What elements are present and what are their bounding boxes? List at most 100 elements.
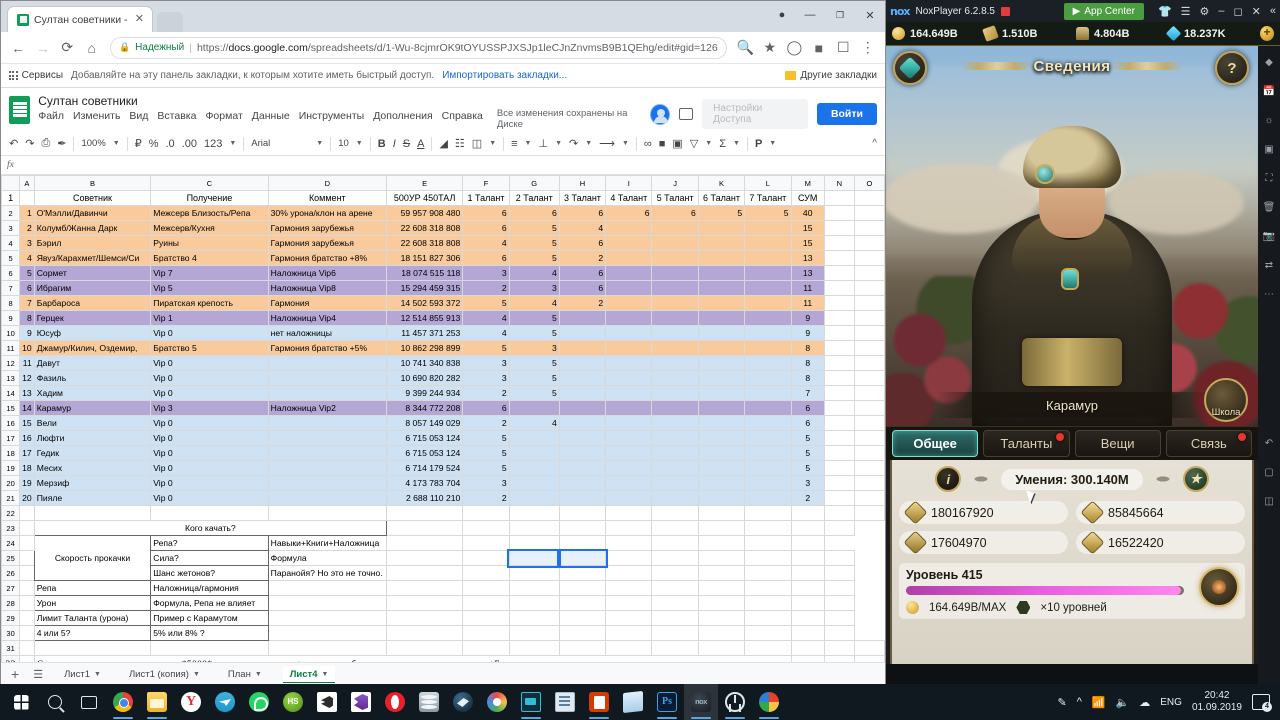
cell-talent-6[interactable] xyxy=(697,385,746,401)
menu-view[interactable]: Вид xyxy=(129,110,148,122)
cell-power[interactable]: 8 344 772 208 xyxy=(385,400,464,416)
menu-help[interactable]: Справка xyxy=(442,110,483,122)
info-icon[interactable]: i xyxy=(935,466,962,492)
row-header[interactable]: 22 xyxy=(1,505,21,521)
cell-talent-2[interactable] xyxy=(508,490,560,506)
cell-power[interactable]: 4 173 783 704 xyxy=(385,475,464,491)
text-rotation-icon[interactable]: ⟶ xyxy=(599,137,615,150)
chevron-down-icon[interactable]: ▼ xyxy=(705,140,712,147)
cell-comment[interactable]: Гармония xyxy=(267,295,387,311)
cell-talent-7[interactable] xyxy=(744,400,792,416)
notes-title[interactable]: Кого качать? xyxy=(33,520,387,536)
cell-talent-4[interactable] xyxy=(605,280,653,296)
cell-talent-1[interactable]: 3 xyxy=(462,355,510,371)
cell-talent-3[interactable] xyxy=(558,340,607,356)
cell[interactable] xyxy=(823,445,855,461)
collapse-icon[interactable]: « xyxy=(1270,5,1276,17)
menu-data[interactable]: Данные xyxy=(252,110,290,122)
cell[interactable] xyxy=(853,310,885,326)
cell[interactable] xyxy=(853,430,885,446)
cell-advisor[interactable]: Гедик xyxy=(33,445,152,461)
table-row[interactable]: 18 17 Гедик Vip 06 715 053 124 5 5 xyxy=(1,445,885,461)
cell-talent-1[interactable]: 5 xyxy=(462,430,510,446)
cell-talent-6[interactable] xyxy=(697,475,746,491)
print-icon[interactable]: ⎙ xyxy=(41,137,50,150)
cell[interactable] xyxy=(558,580,607,596)
note-label[interactable]: Репа xyxy=(33,580,152,596)
row-header[interactable]: 13 xyxy=(1,370,21,386)
profile-icon[interactable]: ● xyxy=(769,1,795,29)
cell-talent-1[interactable]: 3 xyxy=(462,370,510,386)
bookmark-star-icon[interactable]: ★ xyxy=(759,36,781,60)
gift-icon[interactable]: ★ xyxy=(1182,466,1209,492)
close-button[interactable]: ✕ xyxy=(855,1,885,29)
cell[interactable] xyxy=(823,355,855,371)
cell[interactable] xyxy=(508,580,560,596)
cell-talent-1[interactable]: 6 xyxy=(462,400,510,416)
cell[interactable] xyxy=(823,190,855,206)
cell-talent-2[interactable]: 5 xyxy=(508,250,560,266)
cell[interactable] xyxy=(508,535,560,551)
cell-comment[interactable]: Наложница Vip2 xyxy=(267,400,387,416)
cell-talent-2[interactable]: 5 xyxy=(508,325,560,341)
cell-talent-5[interactable] xyxy=(651,460,699,476)
cell-talent-6[interactable] xyxy=(697,400,746,416)
cell-comment[interactable] xyxy=(267,430,387,446)
table-row[interactable]: 21 20 Пияле Vip 02 688 110 210 2 2 xyxy=(1,490,885,506)
cell[interactable] xyxy=(697,625,746,641)
sheet-tab-list1[interactable]: Лист1 ▼ xyxy=(57,666,108,683)
cell-talent-2[interactable]: 3 xyxy=(508,280,560,296)
cell[interactable] xyxy=(744,550,792,566)
cell[interactable] xyxy=(558,610,607,626)
cell-talent-5[interactable] xyxy=(651,295,699,311)
chevron-down-icon[interactable]: ▼ xyxy=(113,140,120,147)
cell-power[interactable]: 8 057 149 029 xyxy=(385,415,464,431)
cell-talent-6[interactable] xyxy=(697,265,746,281)
cell[interactable] xyxy=(790,640,825,656)
cell[interactable] xyxy=(557,548,608,568)
cell[interactable] xyxy=(651,565,699,581)
signin-button[interactable]: Войти xyxy=(816,103,877,125)
table-row[interactable]: 7 6 Ибрагим Vip 5 Наложница Vip8 15 294 459 3… xyxy=(1,280,885,296)
location-icon[interactable]: ☼ xyxy=(1263,114,1276,127)
cell[interactable] xyxy=(790,580,825,596)
cell-talent-6[interactable] xyxy=(697,235,746,251)
cell[interactable] xyxy=(19,550,35,566)
cell-comment[interactable] xyxy=(267,475,387,491)
cell[interactable] xyxy=(823,310,855,326)
cell[interactable] xyxy=(385,580,464,596)
cell[interactable] xyxy=(651,625,699,641)
cell-talent-6[interactable] xyxy=(697,220,746,236)
pivot-icon[interactable]: P xyxy=(755,138,762,150)
cell-talent-2[interactable]: 4 xyxy=(508,415,560,431)
cell-power[interactable]: 6 715 053 124 xyxy=(385,445,464,461)
cell[interactable] xyxy=(823,415,855,431)
resource-gem[interactable]: 18.237K xyxy=(1165,25,1256,42)
cell[interactable] xyxy=(823,490,855,506)
cell[interactable] xyxy=(744,625,792,641)
language-indicator[interactable]: ENG xyxy=(1160,697,1182,708)
cell-index[interactable]: 10 xyxy=(19,340,35,356)
table-row[interactable]: 31 xyxy=(1,640,885,656)
cell[interactable] xyxy=(853,475,885,491)
cell[interactable] xyxy=(853,640,885,656)
cell-talent-5[interactable] xyxy=(651,325,699,341)
table-row[interactable]: 16 15 Вели Vip 0 8 057 149 029 2 4 6 xyxy=(1,415,885,431)
strikethrough-button[interactable]: S xyxy=(403,138,410,150)
emulator-screen[interactable]: Сведения ? Карамур Школа Общее Таланты В… xyxy=(886,46,1258,684)
transfer-icon[interactable]: ⇄ xyxy=(1263,259,1276,272)
cell-talent-2[interactable] xyxy=(508,400,560,416)
row-header[interactable]: 6 xyxy=(1,265,21,281)
tab-talanty[interactable]: Таланты xyxy=(983,430,1070,457)
cell-advisor[interactable]: Джамур/Килич, Оздемир, xyxy=(33,340,152,356)
cell[interactable] xyxy=(823,295,855,311)
school-button[interactable]: Школа xyxy=(1204,378,1248,422)
cell[interactable] xyxy=(823,550,855,566)
cell[interactable] xyxy=(150,505,269,521)
cell[interactable] xyxy=(823,475,855,491)
minimize-button[interactable]: — xyxy=(795,1,825,29)
cell[interactable] xyxy=(385,520,464,536)
table-row[interactable]: 2 1 О'Мэлли/Давинчи Межсерв Близость/Репа 30… xyxy=(1,205,885,221)
cell[interactable] xyxy=(823,460,855,476)
add-sheet-button[interactable]: + xyxy=(11,666,19,682)
